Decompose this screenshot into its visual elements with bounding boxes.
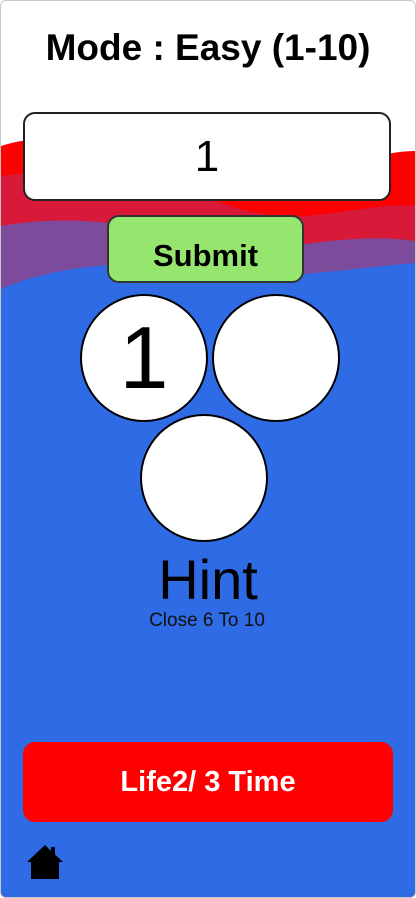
home-icon[interactable] (25, 843, 65, 881)
hint-text: Close 6 To 10 (149, 610, 265, 631)
attempt-circle-3 (140, 414, 268, 542)
attempt-circle-2 (212, 294, 340, 422)
life-button[interactable]: Life2/ 3 Time (23, 742, 393, 822)
guess-input[interactable] (23, 112, 391, 201)
submit-button[interactable]: Submit (107, 215, 304, 283)
hint-title: Hint (158, 548, 258, 611)
app-frame: Mode : Easy (1-10) Submit 1 Hint Close 6… (0, 0, 416, 898)
page-title: Mode : Easy (1-10) (45, 27, 371, 68)
attempt-circle-1: 1 (80, 294, 208, 422)
